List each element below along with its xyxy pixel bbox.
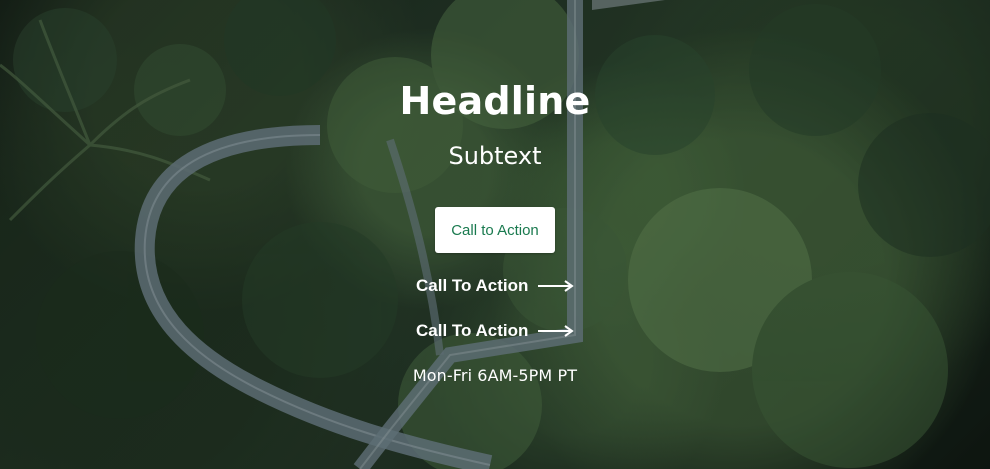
arrow-right-icon	[538, 280, 575, 292]
secondary-cta-label: Call To Action	[416, 276, 529, 295]
hero-content: Headline Subtext Call to Action Call To …	[0, 0, 990, 469]
secondary-cta-link-1[interactable]: Call To Action	[416, 275, 575, 297]
headline: Headline	[399, 79, 591, 123]
secondary-cta-label: Call To Action	[416, 321, 529, 340]
arrow-right-icon	[538, 325, 575, 337]
primary-cta-label: Call to Action	[451, 221, 539, 239]
subtext: Subtext	[448, 142, 542, 170]
primary-cta-button[interactable]: Call to Action	[435, 207, 555, 253]
business-hours: Mon-Fri 6AM-5PM PT	[412, 366, 578, 385]
secondary-cta-link-2[interactable]: Call To Action	[416, 320, 575, 342]
hero-section: Headline Subtext Call to Action Call To …	[0, 0, 990, 469]
